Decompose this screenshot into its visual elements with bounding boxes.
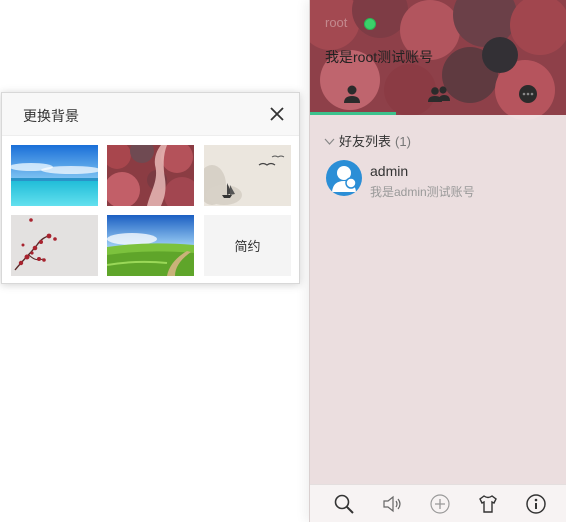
plus-icon[interactable]: [429, 493, 451, 515]
friend-group-header[interactable]: 好友列表 (1): [324, 131, 411, 150]
tab-history[interactable]: [481, 80, 566, 114]
close-icon[interactable]: [269, 106, 285, 122]
active-tab-indicator: [310, 112, 396, 115]
change-background-dialog: 更换背景 简约: [1, 92, 300, 284]
skin-shirt-icon[interactable]: [477, 493, 499, 515]
background-grid: 简约: [11, 145, 291, 276]
search-icon[interactable]: [333, 493, 355, 515]
group-count: (1): [395, 134, 411, 149]
background-thumb-red-forest[interactable]: [107, 145, 194, 206]
plain-label: 简约: [234, 239, 261, 254]
background-thumb-ink-painting[interactable]: [204, 145, 291, 206]
username: root: [325, 15, 348, 30]
friend-name: admin: [370, 163, 409, 179]
info-icon[interactable]: [525, 493, 547, 515]
friend-list-item[interactable]: admin 我是admin测试账号: [323, 159, 553, 201]
user-signature[interactable]: 我是root测试账号: [325, 47, 433, 67]
background-thumb-plain[interactable]: 简约: [204, 215, 291, 276]
dialog-header: 更换背景: [2, 93, 299, 136]
friend-signature: 我是admin测试账号: [370, 185, 475, 199]
group-label: 好友列表: [339, 134, 392, 149]
background-thumb-green-field[interactable]: [107, 215, 194, 276]
tab-friends[interactable]: [310, 80, 395, 114]
background-thumb-sea-sky[interactable]: [11, 145, 98, 206]
tab-groups[interactable]: [396, 80, 481, 114]
person-icon: [341, 83, 363, 110]
speaker-icon[interactable]: [381, 493, 403, 515]
chat-icon: [517, 83, 539, 110]
dialog-title: 更换背景: [23, 108, 79, 124]
online-status-icon[interactable]: [364, 18, 376, 30]
chevron-down-icon: [324, 134, 335, 149]
background-thumb-plum-blossom[interactable]: [11, 215, 98, 276]
group-icon: [427, 83, 451, 110]
avatar: [326, 160, 362, 196]
bottom-toolbar: [310, 484, 566, 522]
im-main-panel: root 我是root测试账号 好友列表 (1) admin 我是admin测试账…: [309, 0, 566, 522]
